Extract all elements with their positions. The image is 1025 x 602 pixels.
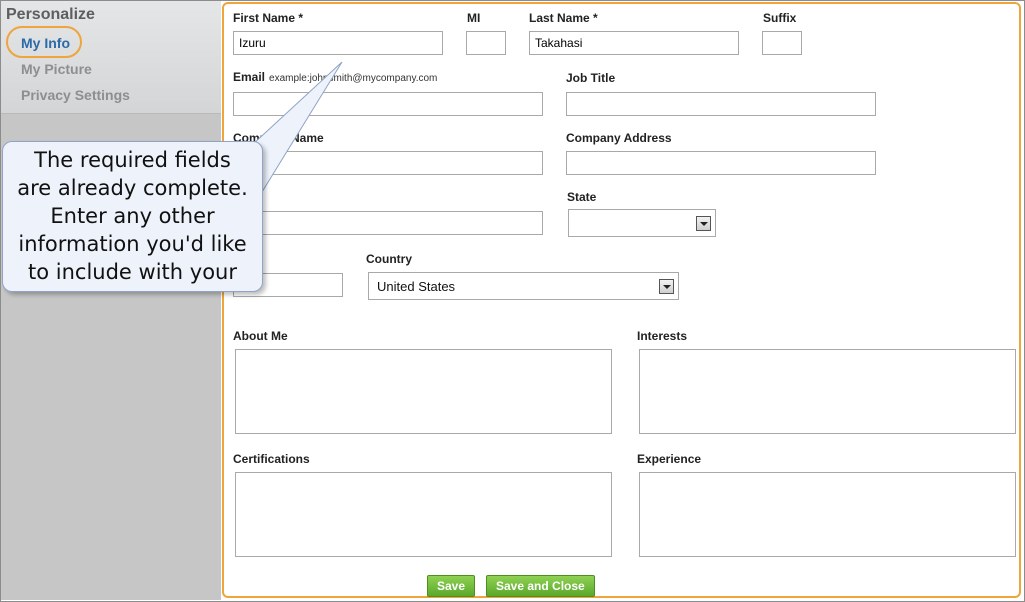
sidebar-menu: Personalize My Info My Picture Privacy S… [1, 1, 221, 114]
job-title-input[interactable] [566, 92, 876, 116]
job-title-label: Job Title [566, 71, 616, 85]
email-input[interactable] [233, 92, 543, 116]
company-address-label: Company Address [566, 131, 672, 145]
state-label: State [567, 190, 597, 204]
about-me-textarea[interactable] [235, 349, 612, 434]
sidebar: Personalize My Info My Picture Privacy S… [1, 1, 221, 600]
certifications-label: Certifications [233, 452, 310, 466]
email-hint: example:johnsmith@mycompany.com [269, 73, 438, 84]
suffix-label: Suffix [763, 11, 797, 25]
callout-line: Enter any other [50, 204, 215, 228]
country-label: Country [366, 252, 412, 266]
mi-input[interactable] [466, 31, 506, 55]
email-label: Email example:johnsmith@mycompany.com [233, 70, 437, 84]
last-name-input[interactable] [529, 31, 739, 55]
tutorial-callout: The required fields are already complete… [2, 141, 263, 292]
interests-textarea[interactable] [639, 349, 1016, 434]
save-and-close-button[interactable]: Save and Close [486, 575, 595, 597]
first-name-input[interactable] [233, 31, 443, 55]
experience-label: Experience [637, 452, 702, 466]
chevron-down-icon[interactable] [696, 216, 711, 231]
callout-line: information you'd like [18, 232, 247, 256]
state-select[interactable] [568, 209, 716, 237]
sidebar-title: Personalize [6, 6, 95, 23]
mi-label: MI [467, 11, 481, 25]
first-name-label: First Name * [233, 11, 304, 25]
callout-line: The required fields [34, 148, 231, 172]
callout-line: to include with your [28, 260, 237, 284]
save-button[interactable]: Save [427, 575, 476, 597]
callout-text: The required fields are already complete… [3, 146, 262, 286]
sidebar-item-my-picture[interactable]: My Picture [21, 61, 92, 77]
suffix-input[interactable] [762, 31, 802, 55]
email-label-text: Email [233, 70, 266, 84]
profile-form: First Name * MI Last Name * Suffix Email… [222, 2, 1021, 598]
interests-label: Interests [637, 329, 688, 343]
country-select-value: United States [377, 279, 456, 294]
experience-textarea[interactable] [639, 472, 1016, 557]
company-name-input[interactable] [233, 151, 543, 175]
callout-line: are already complete. [17, 176, 248, 200]
country-select[interactable]: United States [368, 272, 679, 300]
certifications-textarea[interactable] [235, 472, 612, 557]
city-input[interactable] [233, 211, 543, 235]
sidebar-item-privacy-settings[interactable]: Privacy Settings [21, 87, 130, 103]
company-address-input[interactable] [566, 151, 876, 175]
chevron-down-icon[interactable] [659, 279, 674, 294]
last-name-label: Last Name * [529, 11, 598, 25]
sidebar-item-my-info[interactable]: My Info [21, 35, 70, 51]
about-me-label: About Me [233, 329, 288, 343]
